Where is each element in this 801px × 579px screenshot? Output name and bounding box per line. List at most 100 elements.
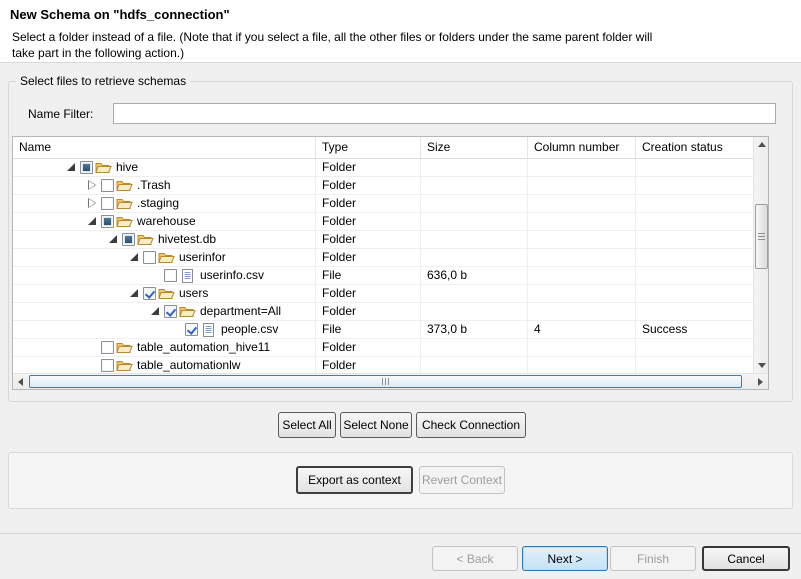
select-all-button[interactable]: Select All xyxy=(278,412,336,438)
cell-size: 636,0 b xyxy=(421,267,528,284)
back-button: < Back xyxy=(432,546,518,571)
cell-size xyxy=(421,195,528,212)
scroll-right-icon[interactable] xyxy=(758,378,763,386)
row-checkbox-partial[interactable] xyxy=(80,161,93,174)
expander-expanded-icon[interactable] xyxy=(107,233,120,246)
tree-row[interactable]: .Trash Folder xyxy=(13,177,753,195)
tree-row-name-cell: hive xyxy=(13,159,316,176)
row-checkbox-partial[interactable] xyxy=(101,215,114,228)
expander-collapsed-icon[interactable] xyxy=(86,179,99,192)
cell-creation-status xyxy=(636,177,753,194)
row-checkbox-checked[interactable] xyxy=(164,305,177,318)
cell-column-number xyxy=(528,357,636,373)
cell-creation-status: Success xyxy=(636,321,753,338)
name-filter-input[interactable] xyxy=(113,103,776,124)
cell-column-number xyxy=(528,231,636,248)
folder-icon xyxy=(116,359,133,373)
cell-creation-status xyxy=(636,303,753,320)
cell-creation-status xyxy=(636,357,753,373)
expander-placeholder xyxy=(170,323,183,336)
tree-row[interactable]: department=All Folder xyxy=(13,303,753,321)
expander-expanded-icon[interactable] xyxy=(65,161,78,174)
tree-row[interactable]: warehouse Folder xyxy=(13,213,753,231)
scroll-up-icon[interactable] xyxy=(758,142,766,147)
tree-row-name-cell: table_automation_hive11 xyxy=(13,339,316,356)
tree-row[interactable]: table_automation_hive11 Folder xyxy=(13,339,753,357)
name-filter-label: Name Filter: xyxy=(28,107,93,121)
tree-row-name-cell: table_automationlw xyxy=(13,357,316,373)
row-checkbox-checked[interactable] xyxy=(185,323,198,336)
tree-row[interactable]: table_automationlw Folder xyxy=(13,357,753,373)
column-header-type[interactable]: Type xyxy=(316,137,421,158)
row-checkbox-unchecked[interactable] xyxy=(101,179,114,192)
folder-icon xyxy=(158,251,175,265)
horizontal-scrollbar[interactable] xyxy=(13,373,768,389)
tree-row-label: .staging xyxy=(137,195,179,212)
cell-creation-status xyxy=(636,159,753,176)
tree-row[interactable]: people.csv File 373,0 b 4 Success xyxy=(13,321,753,339)
tree-row[interactable]: hivetest.db Folder xyxy=(13,231,753,249)
tree-row-label: people.csv xyxy=(221,321,278,338)
tree-row-name-cell: users xyxy=(13,285,316,302)
next-button[interactable]: Next > xyxy=(522,546,608,571)
tree-row[interactable]: users Folder xyxy=(13,285,753,303)
expander-expanded-icon[interactable] xyxy=(128,287,141,300)
expander-expanded-icon[interactable] xyxy=(128,251,141,264)
cell-type: Folder xyxy=(316,231,421,248)
cell-column-number xyxy=(528,285,636,302)
cell-size xyxy=(421,357,528,373)
tree-row-name-cell: hivetest.db xyxy=(13,231,316,248)
expander-expanded-icon[interactable] xyxy=(86,215,99,228)
expander-collapsed-icon[interactable] xyxy=(86,197,99,210)
tree-row-name-cell: warehouse xyxy=(13,213,316,230)
cell-creation-status xyxy=(636,195,753,212)
tree-row-name-cell: people.csv xyxy=(13,321,316,338)
row-checkbox-unchecked[interactable] xyxy=(101,197,114,210)
cell-type: Folder xyxy=(316,177,421,194)
file-icon xyxy=(179,269,196,283)
expander-expanded-icon[interactable] xyxy=(149,305,162,318)
scroll-left-icon[interactable] xyxy=(18,378,23,386)
export-as-context-button[interactable]: Export as context xyxy=(296,466,413,494)
tree-row-name-cell: department=All xyxy=(13,303,316,320)
column-header-creation-status[interactable]: Creation status xyxy=(636,137,753,158)
tree-row-label: users xyxy=(179,285,208,302)
row-checkbox-unchecked[interactable] xyxy=(143,251,156,264)
cell-size xyxy=(421,159,528,176)
row-checkbox-checked[interactable] xyxy=(143,287,156,300)
finish-button: Finish xyxy=(610,546,696,571)
tree-row-name-cell: .Trash xyxy=(13,177,316,194)
tree-row[interactable]: userinfo.csv File 636,0 b xyxy=(13,267,753,285)
select-none-button[interactable]: Select None xyxy=(340,412,412,438)
row-checkbox-unchecked[interactable] xyxy=(101,359,114,372)
tree-rows-container: hive Folder .Trash Folder .staging Folde… xyxy=(13,159,753,373)
column-header-size[interactable]: Size xyxy=(421,137,528,158)
cell-creation-status xyxy=(636,339,753,356)
cell-size xyxy=(421,231,528,248)
tree-row[interactable]: .staging Folder xyxy=(13,195,753,213)
vertical-scrollbar[interactable] xyxy=(753,137,768,373)
row-checkbox-unchecked[interactable] xyxy=(164,269,177,282)
cancel-button[interactable]: Cancel xyxy=(702,546,790,571)
row-checkbox-partial[interactable] xyxy=(122,233,135,246)
horizontal-scrollbar-thumb[interactable] xyxy=(29,375,742,388)
cell-size xyxy=(421,339,528,356)
tree-row[interactable]: hive Folder xyxy=(13,159,753,177)
cell-type: Folder xyxy=(316,249,421,266)
column-header-column-number[interactable]: Column number xyxy=(528,137,636,158)
cell-column-number xyxy=(528,195,636,212)
cell-column-number xyxy=(528,249,636,266)
groupbox-label: Select files to retrieve schemas xyxy=(16,74,190,88)
row-checkbox-unchecked[interactable] xyxy=(101,341,114,354)
file-icon xyxy=(200,323,217,337)
vertical-scrollbar-thumb[interactable] xyxy=(755,204,768,269)
check-connection-button[interactable]: Check Connection xyxy=(416,412,526,438)
tree-row-label: table_automation_hive11 xyxy=(137,339,270,356)
tree-row[interactable]: userinfor Folder xyxy=(13,249,753,267)
cell-column-number xyxy=(528,177,636,194)
tree-row-label: .Trash xyxy=(137,177,171,194)
scroll-down-icon[interactable] xyxy=(758,363,766,368)
bottom-separator xyxy=(0,533,801,534)
cell-type: Folder xyxy=(316,339,421,356)
column-header-name[interactable]: Name xyxy=(13,137,316,158)
